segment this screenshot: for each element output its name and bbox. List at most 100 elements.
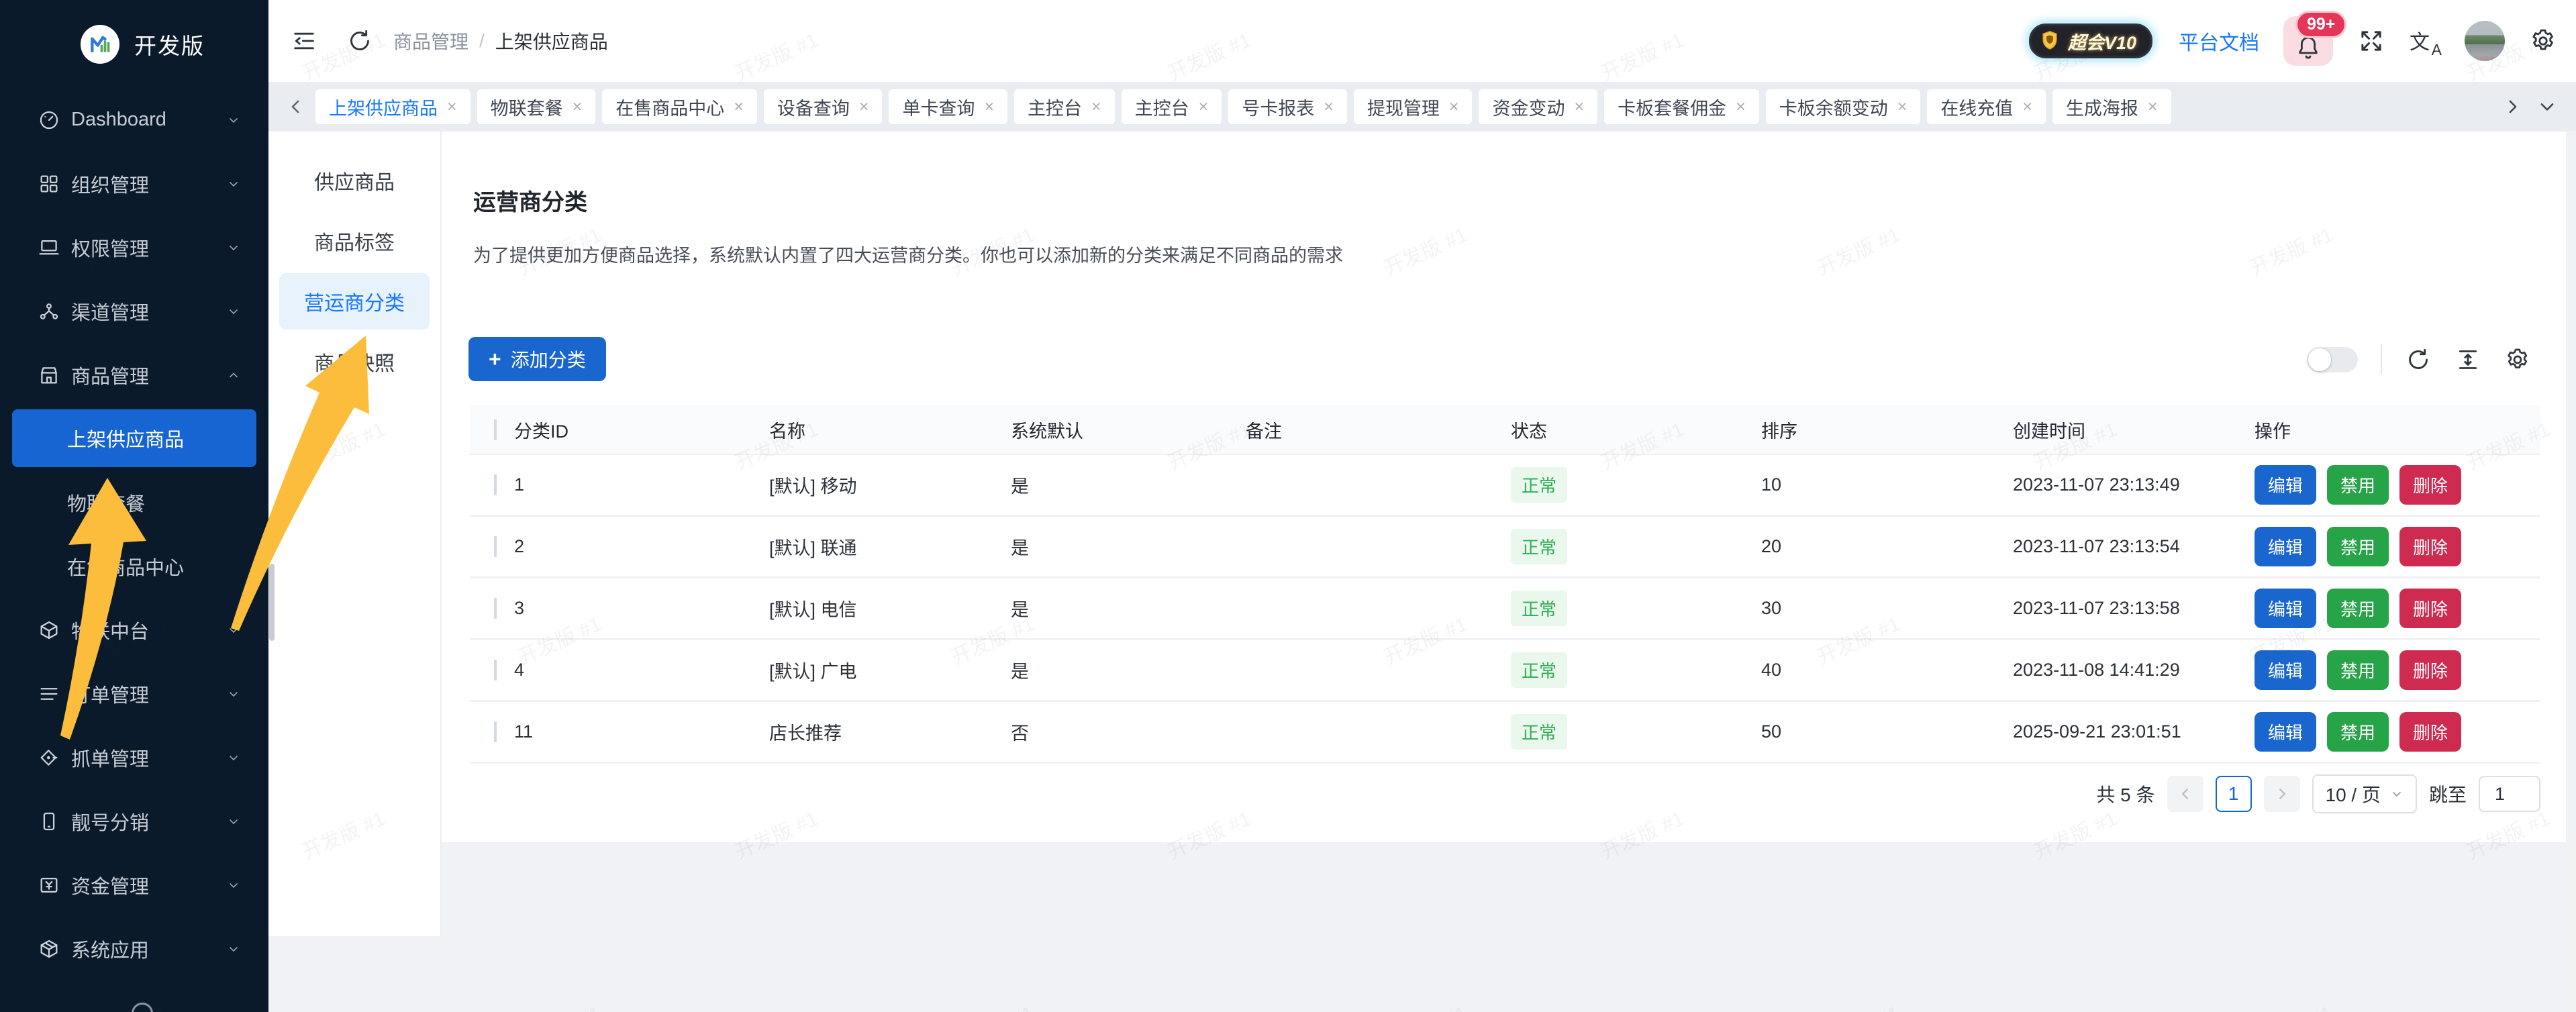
sidebar-item-system[interactable]: 系统应用 xyxy=(0,917,268,980)
tabs-scroll-right-icon[interactable] xyxy=(2502,97,2522,117)
sidebar-item-org[interactable]: 组织管理 xyxy=(0,152,268,215)
tab-chip[interactable]: 单卡查询× xyxy=(889,89,1007,124)
tab-close-icon[interactable]: × xyxy=(1199,97,1209,117)
tab-close-icon[interactable]: × xyxy=(1091,97,1101,117)
tabs-dropdown-icon[interactable] xyxy=(2537,97,2557,117)
tab-close-icon[interactable]: × xyxy=(573,97,583,117)
tab-chip[interactable]: 物联套餐× xyxy=(477,89,596,124)
row-action-delete-button[interactable]: 删除 xyxy=(2399,527,2461,566)
row-action-delete-button[interactable]: 删除 xyxy=(2399,589,2461,628)
add-category-button[interactable]: + 添加分类 xyxy=(468,337,606,381)
row-checkbox[interactable] xyxy=(494,721,497,742)
tab-close-icon[interactable]: × xyxy=(1324,97,1334,117)
secondary-menu-item[interactable]: 供应商品 xyxy=(279,152,430,209)
sidebar-item-iot[interactable]: 物联中台 xyxy=(0,598,268,662)
sidebar-subitem[interactable]: 在售商品中心 xyxy=(0,534,268,598)
tab-chip[interactable]: 设备查询× xyxy=(764,89,883,124)
tab-close-icon[interactable]: × xyxy=(1574,97,1584,117)
tab-close-icon[interactable]: × xyxy=(1449,97,1459,117)
row-action-disable-button[interactable]: 禁用 xyxy=(2327,527,2389,566)
language-switch-icon[interactable]: 文A xyxy=(2410,26,2440,56)
sidebar-subitem[interactable]: 上架供应商品 xyxy=(12,409,256,467)
tab-close-icon[interactable]: × xyxy=(2148,97,2158,117)
tab-chip[interactable]: 在线充值× xyxy=(1927,89,2046,124)
tab-chip[interactable]: 卡板余额变动× xyxy=(1766,89,1921,124)
column-settings-gear-icon[interactable] xyxy=(2504,346,2531,373)
cell-created-at: 2023-11-07 23:13:49 xyxy=(2013,474,2255,495)
pagination-jump-input[interactable] xyxy=(2479,776,2540,812)
table-refresh-icon[interactable] xyxy=(2405,346,2432,373)
tab-chip[interactable]: 上架供应商品× xyxy=(315,89,470,124)
status-badge: 正常 xyxy=(1511,529,1567,564)
tab-chip[interactable]: 生成海报× xyxy=(2052,89,2171,124)
row-action-edit-button[interactable]: 编辑 xyxy=(2255,650,2316,690)
row-action-delete-button[interactable]: 删除 xyxy=(2399,712,2461,752)
fullscreen-icon[interactable] xyxy=(2357,27,2385,55)
tab-chip[interactable]: 卡板套餐佣金× xyxy=(1604,89,1759,124)
sidebar-collapse-icon[interactable] xyxy=(291,28,317,54)
sidebar-scrollbar-thumb[interactable] xyxy=(269,564,275,641)
sidebar-item-permission[interactable]: 权限管理 xyxy=(0,215,268,279)
row-checkbox[interactable] xyxy=(494,536,497,557)
row-action-edit-button[interactable]: 编辑 xyxy=(2255,465,2316,505)
sidebar-subitem[interactable]: 物联套餐 xyxy=(0,470,268,534)
row-action-disable-button[interactable]: 禁用 xyxy=(2327,650,2389,690)
page-size-select[interactable]: 10 / 页 xyxy=(2312,774,2417,813)
row-action-disable-button[interactable]: 禁用 xyxy=(2327,712,2389,752)
select-all-checkbox[interactable] xyxy=(494,419,497,440)
cell-actions: 编辑禁用删除 xyxy=(2255,465,2516,505)
row-action-edit-button[interactable]: 编辑 xyxy=(2255,712,2316,752)
tab-chip[interactable]: 号卡报表× xyxy=(1228,89,1347,124)
tab-chip[interactable]: 在售商品中心× xyxy=(602,89,757,124)
tab-close-icon[interactable]: × xyxy=(984,97,994,117)
pagination-current-page[interactable]: 1 xyxy=(2216,776,2252,812)
row-action-delete-button[interactable]: 删除 xyxy=(2399,465,2461,505)
notifications-button[interactable]: 99+ xyxy=(2283,16,2333,66)
secondary-menu-item[interactable]: 商品标签 xyxy=(279,213,430,269)
tab-chip[interactable]: 主控台× xyxy=(1014,89,1115,124)
tab-close-icon[interactable]: × xyxy=(447,97,457,117)
sidebar-item-order[interactable]: 订单管理 xyxy=(0,662,268,725)
table-header-row: 分类ID名称系统默认备注状态排序创建时间操作 xyxy=(470,405,2540,455)
secondary-menu-item[interactable]: 营运商分类 xyxy=(279,273,430,330)
toolbar-toggle[interactable] xyxy=(2307,347,2358,372)
sidebar-item-dashboard[interactable]: Dashboard xyxy=(0,88,268,152)
vip-badge[interactable]: 超会V10 xyxy=(2027,21,2154,60)
tab-label: 提现管理 xyxy=(1367,94,1440,120)
sidebar-item-grab[interactable]: 抓单管理 xyxy=(0,725,268,789)
tab-close-icon[interactable]: × xyxy=(1736,97,1746,117)
breadcrumb-parent[interactable]: 商品管理 xyxy=(393,28,468,54)
tab-chip[interactable]: 提现管理 × xyxy=(1354,89,1473,124)
row-checkbox[interactable] xyxy=(494,474,497,495)
user-avatar[interactable] xyxy=(2465,21,2505,61)
sidebar-item-funds[interactable]: 资金管理 xyxy=(0,853,268,917)
row-action-disable-button[interactable]: 禁用 xyxy=(2327,589,2389,628)
row-height-icon[interactable] xyxy=(2455,346,2481,373)
secondary-menu-item[interactable]: 商品快照 xyxy=(279,334,430,390)
row-action-disable-button[interactable]: 禁用 xyxy=(2327,465,2389,505)
sidebar-item-number[interactable]: 靓号分销 xyxy=(0,789,268,853)
pagination-prev-button[interactable] xyxy=(2167,776,2203,812)
tab-chip[interactable]: 主控台× xyxy=(1122,89,1222,124)
platform-docs-link[interactable]: 平台文档 xyxy=(2179,26,2259,56)
tabs-scroll-left-icon[interactable] xyxy=(286,97,306,117)
row-checkbox[interactable] xyxy=(494,598,497,619)
page-scrollbar-track[interactable] xyxy=(2566,263,2576,1012)
refresh-icon[interactable] xyxy=(346,28,373,54)
pagination-next-button[interactable] xyxy=(2264,776,2300,812)
row-checkbox[interactable] xyxy=(494,660,497,680)
sidebar-item-goods[interactable]: 商品管理 xyxy=(0,343,268,407)
row-action-delete-button[interactable]: 删除 xyxy=(2399,650,2461,690)
tab-close-icon[interactable]: × xyxy=(1897,97,1908,117)
tab-close-icon[interactable]: × xyxy=(2022,97,2032,117)
row-action-edit-button[interactable]: 编辑 xyxy=(2255,527,2316,566)
sidebar-item-channel[interactable]: 渠道管理 xyxy=(0,279,268,343)
row-action-edit-button[interactable]: 编辑 xyxy=(2255,589,2316,628)
settings-gear-icon[interactable] xyxy=(2529,27,2557,55)
tab-close-icon[interactable]: × xyxy=(734,97,744,117)
tab-chip[interactable]: 资金变动× xyxy=(1479,89,1597,124)
cell-sort: 20 xyxy=(1761,536,2013,557)
page-title: 运营商分类 xyxy=(473,184,1343,217)
tab-close-icon[interactable]: × xyxy=(859,97,869,117)
org-icon xyxy=(38,172,60,195)
